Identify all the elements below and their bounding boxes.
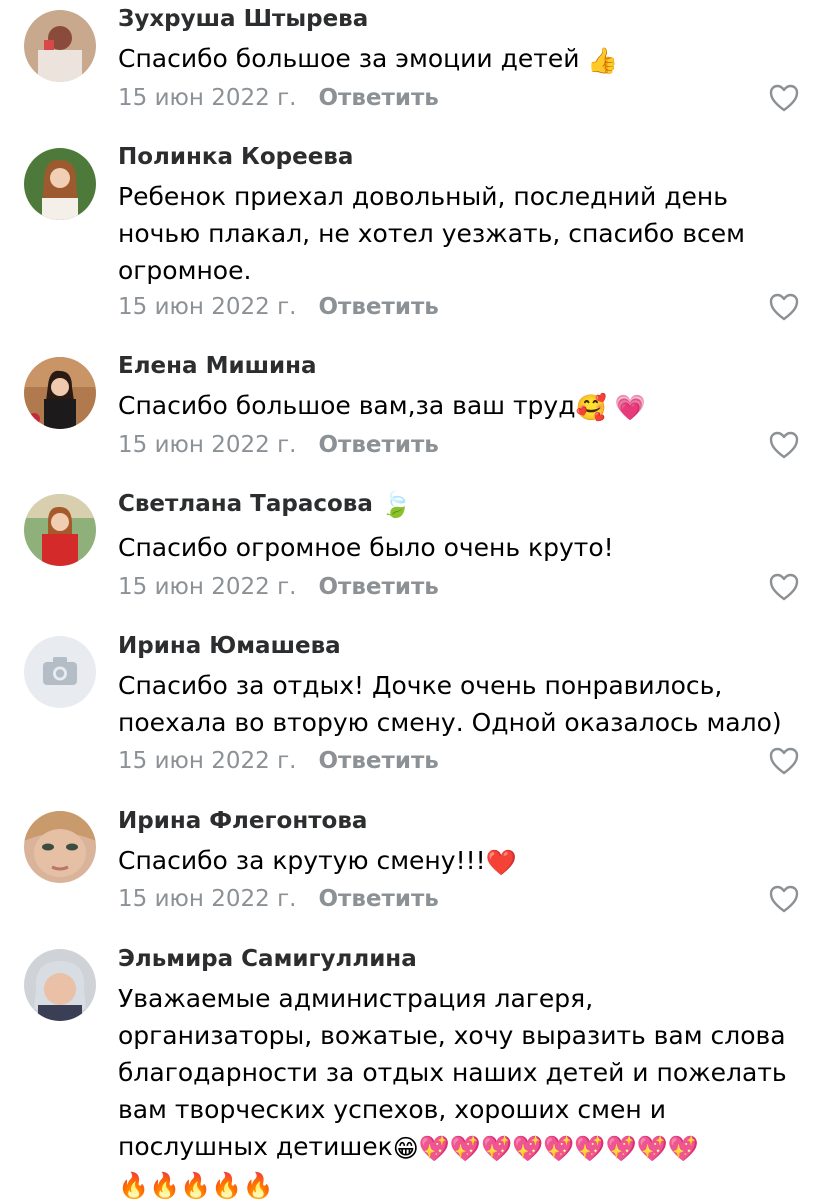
author-name[interactable]: Ирина Флегонтова (118, 808, 367, 834)
emoji-group: 😁💖💖💖💖💖💖💖💖💖 (392, 1134, 699, 1163)
comment-date: 15 июн 2022 г. (118, 748, 297, 774)
comment-date: 15 июн 2022 г. (118, 85, 297, 111)
comment-text: Уважаемые администрация лагеря, организа… (118, 980, 808, 1202)
comment-meta: 15 июн 2022 г. Ответить (118, 85, 439, 111)
avatar[interactable] (24, 636, 96, 708)
comment-meta: 15 июн 2022 г. Ответить (118, 294, 439, 320)
text-line: послушных детишек😁💖💖💖💖💖💖💖💖💖 (118, 1132, 699, 1163)
text-line: вам творческих успехов, хороших смен и (118, 1095, 666, 1124)
comment-text: Спасибо огромное было очень круто! (118, 533, 614, 562)
text-line: 🔥🔥🔥🔥🔥 (118, 1165, 808, 1202)
comment-text: Спасибо за крутую смену!!!❤️ (118, 846, 517, 877)
heart-outline-icon[interactable] (769, 573, 799, 601)
comment-date: 15 июн 2022 г. (118, 574, 297, 600)
reply-button[interactable]: Ответить (318, 574, 438, 600)
comment-date: 15 июн 2022 г. (118, 294, 297, 320)
author-name[interactable]: Светлана Тарасова 🍃 (118, 491, 412, 517)
author-name[interactable]: Елена Мишина (118, 353, 317, 379)
leaf-emoji: 🍃 (380, 490, 413, 519)
text-line: поехала во вторую смену. Одной оказалось… (118, 708, 782, 737)
reply-button[interactable]: Ответить (318, 748, 438, 774)
comment-text: Ребенок приехал довольный, последний ден… (118, 178, 808, 289)
comment-meta: 15 июн 2022 г. Ответить (118, 432, 439, 458)
comment-text: Спасибо большое за эмоции детей 👍 (118, 44, 619, 75)
avatar[interactable] (24, 949, 96, 1021)
author-name[interactable]: Ирина Юмашева (118, 633, 341, 659)
comment-meta: 15 июн 2022 г. Ответить (118, 748, 439, 774)
avatar[interactable] (24, 10, 96, 82)
avatar[interactable] (24, 148, 96, 220)
heart-outline-icon[interactable] (769, 84, 799, 112)
comment-meta: 15 июн 2022 г. Ответить (118, 886, 439, 912)
comment-text: Спасибо за отдых! Дочке очень понравилос… (118, 667, 808, 741)
text-line: огромное. (118, 256, 252, 285)
heart-outline-icon[interactable] (769, 293, 799, 321)
comment-meta: 15 июн 2022 г. Ответить (118, 574, 439, 600)
text-line: организаторы, вожатые, хочу выразить вам… (118, 1021, 786, 1050)
heart-outline-icon[interactable] (769, 431, 799, 459)
comment-date: 15 июн 2022 г. (118, 432, 297, 458)
heart-outline-icon[interactable] (769, 885, 799, 913)
reply-button[interactable]: Ответить (318, 886, 438, 912)
red-heart-emoji: ❤️ (485, 848, 517, 877)
text-line: Ребенок приехал довольный, последний ден… (118, 182, 728, 211)
comment-date: 15 июн 2022 г. (118, 886, 297, 912)
comment-text: Спасибо большое вам,за ваш труд🥰 💗 (118, 391, 646, 422)
reply-button[interactable]: Ответить (318, 294, 438, 320)
avatar[interactable] (24, 494, 96, 566)
text-line: Спасибо за отдых! Дочке очень понравилос… (118, 671, 723, 700)
reply-button[interactable]: Ответить (318, 432, 438, 458)
text-line: благодарности за отдых наших детей и пож… (118, 1058, 787, 1087)
author-name[interactable]: Полинка Кореева (118, 144, 353, 170)
avatar[interactable] (24, 811, 96, 883)
thumbs-up-emoji: 👍 (587, 46, 619, 75)
avatar[interactable] (24, 357, 96, 429)
text-line: Уважаемые администрация лагеря, (118, 984, 594, 1013)
emoji-group: 🥰 💗 (575, 393, 646, 422)
heart-outline-icon[interactable] (769, 747, 799, 775)
author-name[interactable]: Зухруша Штырева (118, 6, 368, 32)
author-name[interactable]: Эльмира Самигуллина (118, 946, 417, 972)
reply-button[interactable]: Ответить (318, 85, 438, 111)
text-line: ночью плакал, не хотел уезжать, спасибо … (118, 219, 745, 248)
camera-icon (24, 636, 96, 708)
fire-emoji-group: 🔥🔥🔥🔥🔥 (118, 1171, 274, 1200)
